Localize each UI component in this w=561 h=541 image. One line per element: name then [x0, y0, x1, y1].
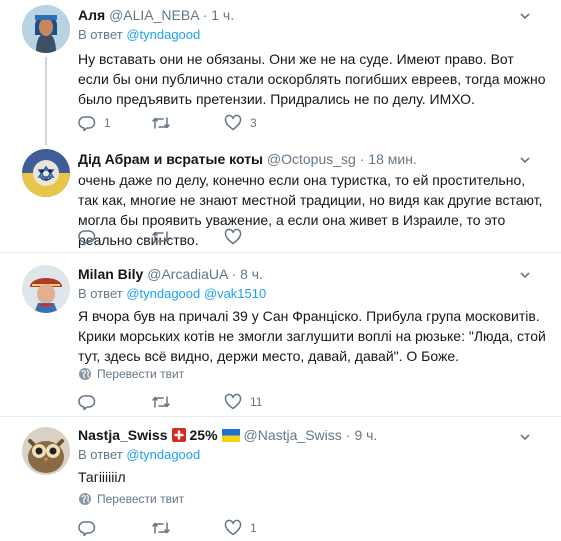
user-handle[interactable]: @Nastja_Swiss [244, 426, 342, 444]
reply-context: В ответ @tyndagood @vak1510 [78, 286, 266, 302]
display-name[interactable]: Аля [78, 7, 105, 23]
caret-down-icon[interactable] [519, 154, 531, 166]
retweet-icon [152, 396, 170, 408]
separator-dot: · [359, 151, 365, 167]
caret-down-icon[interactable] [519, 431, 531, 443]
reply-context: В ответ @tyndagood [78, 447, 200, 463]
mention-link-2[interactable]: @vak1510 [204, 286, 266, 301]
tweet-text: Я вчора був на причалі 39 у Сан Франціск… [78, 308, 546, 364]
tweet-actions [78, 227, 398, 247]
translate-link[interactable]: Перевести твит [78, 491, 184, 507]
translate-link[interactable]: Перевести твит [78, 366, 184, 382]
retweet-icon [152, 522, 170, 534]
avatar[interactable] [22, 149, 70, 197]
tweet-text: Ну вставать они не обязаны. Они же не на… [78, 51, 546, 107]
globe-icon [79, 493, 91, 505]
retweet-button[interactable] [151, 113, 179, 133]
thread-line [45, 57, 47, 145]
name-badge-text: 25% [189, 427, 218, 443]
avatar[interactable] [22, 265, 70, 313]
tweet-actions: 1 3 [78, 113, 398, 133]
globe-icon [79, 368, 91, 380]
retweet-button[interactable] [151, 392, 179, 412]
tweet-actions: 1 [78, 518, 398, 538]
reply-button[interactable] [78, 227, 104, 247]
translate-label: Перевести твит [97, 492, 185, 506]
caret-down-icon[interactable] [519, 10, 531, 22]
tweet-header: Nastja_Swiss 25% @Nastja_Swiss · 9 ч. [78, 426, 377, 444]
like-icon [224, 519, 242, 536]
reply-count: 1 [104, 116, 111, 130]
reply-button[interactable] [78, 518, 104, 538]
timestamp[interactable]: 9 ч. [354, 426, 377, 444]
tweet-header: Дід Абрам и всратые коты @Octopus_sg · 1… [78, 150, 417, 168]
separator-dot: · [345, 427, 351, 443]
like-icon [224, 393, 242, 410]
retweet-icon [152, 117, 170, 129]
user-handle[interactable]: @ALIA_NEBA [109, 7, 199, 23]
avatar[interactable] [22, 427, 70, 475]
reply-icon [78, 230, 96, 246]
timestamp[interactable]: 18 мин. [368, 151, 417, 167]
avatar-image [22, 149, 70, 197]
user-handle[interactable]: @Octopus_sg [267, 151, 356, 167]
separator-dot: · [231, 266, 237, 282]
display-name[interactable]: Дід Абрам и всратые коты [78, 151, 263, 167]
tweet-4[interactable]: Nastja_Swiss 25% @Nastja_Swiss · 9 ч. В … [0, 417, 561, 541]
separator-dot: · [202, 7, 208, 23]
timestamp[interactable]: 1 ч. [211, 7, 234, 23]
mention-link[interactable]: @tyndagood [126, 447, 200, 462]
reply-icon [78, 116, 96, 132]
avatar-image [22, 265, 70, 313]
display-name[interactable]: Milan Bily [78, 266, 143, 282]
avatar-image [22, 5, 70, 53]
like-icon [224, 228, 242, 245]
retweet-button[interactable] [151, 227, 179, 247]
reply-prefix: В ответ [78, 27, 123, 42]
tweet-1[interactable]: Аля @ALIA_NEBA · 1 ч. В ответ @tyndagood… [0, 0, 561, 145]
mention-link[interactable]: @tyndagood [126, 27, 200, 42]
reply-icon [78, 521, 96, 537]
tweet-2[interactable]: Дід Абрам и всратые коты @Octopus_sg · 1… [0, 143, 561, 248]
tweet-text: Тагііііііл [78, 469, 126, 485]
like-count: 1 [250, 521, 257, 535]
translate-label: Перевести твит [97, 367, 185, 381]
like-count: 3 [250, 116, 257, 130]
reply-button[interactable] [78, 392, 104, 412]
swiss-flag-icon [171, 428, 186, 442]
like-button[interactable]: 11 [224, 392, 262, 412]
tweet-3[interactable]: Milan Bily @ArcadiaUA · 8 ч. В ответ @ty… [0, 253, 561, 416]
user-handle[interactable]: @ArcadiaUA [147, 266, 227, 282]
reply-button[interactable]: 1 [78, 113, 111, 133]
retweet-icon [152, 231, 170, 243]
tweet-header: Milan Bily @ArcadiaUA · 8 ч. [78, 265, 263, 283]
like-button[interactable] [224, 227, 250, 247]
tweet-actions: 11 [78, 392, 398, 412]
avatar-image [22, 427, 70, 475]
caret-down-icon[interactable] [519, 269, 531, 281]
like-count: 11 [250, 395, 263, 409]
avatar[interactable] [22, 5, 70, 53]
reply-prefix: В ответ [78, 286, 123, 301]
reply-context: В ответ @tyndagood [78, 27, 200, 43]
like-button[interactable]: 3 [224, 113, 257, 133]
timestamp[interactable]: 8 ч. [240, 266, 263, 282]
reply-icon [78, 395, 96, 411]
like-icon [224, 114, 242, 131]
like-button[interactable]: 1 [224, 518, 257, 538]
ukraine-flag-icon [221, 428, 240, 442]
mention-link[interactable]: @tyndagood [126, 286, 200, 301]
display-name[interactable]: Nastja_Swiss [78, 426, 168, 444]
reply-prefix: В ответ [78, 447, 123, 462]
retweet-button[interactable] [151, 518, 179, 538]
tweet-header: Аля @ALIA_NEBA · 1 ч. [78, 6, 234, 24]
